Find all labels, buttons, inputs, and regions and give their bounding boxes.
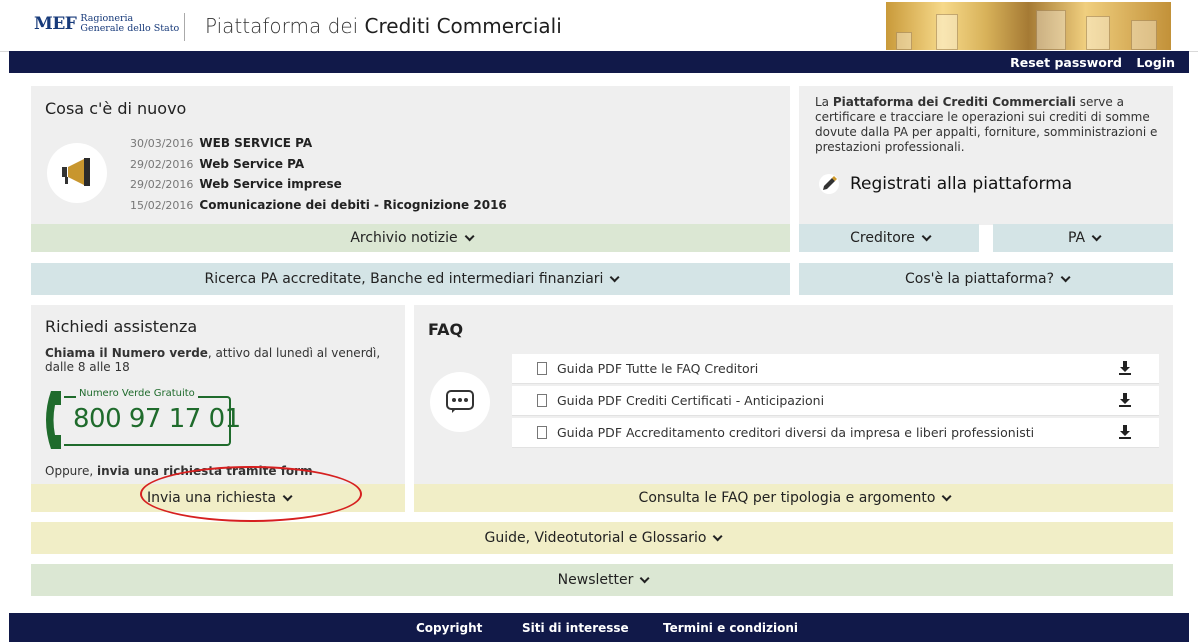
news-date: 15/02/2016: [130, 199, 194, 212]
pencil-icon: [819, 174, 839, 194]
chevron-down-icon: [942, 490, 953, 501]
faq-document-label[interactable]: Guida PDF Accreditamento creditori diver…: [557, 425, 1034, 440]
news-item-title[interactable]: WEB SERVICE PA: [199, 136, 312, 150]
newsletter-label: Newsletter: [557, 572, 634, 588]
consult-faq-label: Consulta le FAQ per tipologia e argoment…: [638, 490, 936, 506]
news-icon-circle: [47, 143, 107, 203]
document-icon: [537, 362, 547, 375]
assistance-title: Richiedi assistenza: [45, 317, 198, 336]
creditore-button[interactable]: Creditore: [799, 224, 979, 252]
pa-button[interactable]: PA: [993, 224, 1173, 252]
document-icon: [537, 394, 547, 407]
assistance-call-text: Chiama il Numero verde, attivo dal luned…: [45, 346, 390, 374]
chevron-down-icon: [464, 230, 475, 241]
creditore-label: Creditore: [850, 230, 915, 246]
site-footer: Copyright Siti di interesse Termini e co…: [9, 613, 1189, 642]
news-title: Cosa c'è di nuovo: [45, 99, 187, 118]
chevron-down-icon: [921, 230, 932, 241]
chevron-down-icon: [610, 271, 621, 282]
chat-bubble-icon: [446, 390, 474, 413]
faq-document-label[interactable]: Guida PDF Crediti Certificati - Anticipa…: [557, 393, 824, 408]
top-nav-bar: Reset password Login: [9, 51, 1189, 73]
about-platform-button[interactable]: Cos'è la piattaforma?: [799, 263, 1173, 295]
platform-description: La Piattaforma dei Crediti Commerciali s…: [815, 95, 1175, 155]
news-date: 29/02/2016: [130, 178, 194, 191]
download-icon[interactable]: [1119, 393, 1131, 407]
archive-news-button[interactable]: Archivio notizie: [31, 224, 790, 252]
news-item[interactable]: 29/02/2016 Web Service imprese: [130, 177, 342, 191]
info-text-prefix: La: [815, 95, 833, 109]
chevron-down-icon: [713, 530, 724, 541]
mef-logo[interactable]: MEF Ragioneria Generale dello Stato: [34, 14, 179, 35]
login-link[interactable]: Login: [1136, 55, 1175, 70]
numero-verde-label: Numero Verde Gratuito: [76, 388, 198, 399]
guides-label: Guide, Videotutorial e Glossario: [484, 530, 707, 546]
consult-faq-button[interactable]: Consulta le FAQ per tipologia e argoment…: [414, 484, 1173, 512]
document-icon: [537, 426, 547, 439]
chevron-down-icon: [1091, 230, 1102, 241]
guides-button[interactable]: Guide, Videotutorial e Glossario: [31, 522, 1173, 554]
register-label: Registrati alla piattaforma: [850, 174, 1073, 194]
register-link[interactable]: Registrati alla piattaforma: [818, 173, 1072, 195]
logo-mef-text: MEF: [34, 14, 77, 34]
annotation-ellipse: [140, 466, 362, 522]
copyright-link[interactable]: Copyright: [416, 621, 482, 635]
logo-rgs-text: Ragioneria Generale dello Stato: [80, 14, 179, 34]
siti-interesse-link[interactable]: Siti di interesse: [522, 621, 629, 635]
download-icon[interactable]: [1119, 425, 1131, 439]
faq-document-row[interactable]: Guida PDF Accreditamento creditori diver…: [512, 418, 1159, 448]
faq-icon-circle: [430, 372, 490, 432]
search-pa-button[interactable]: Ricerca PA accreditate, Banche ed interm…: [31, 263, 790, 295]
info-text-bold: Piattaforma dei Crediti Commerciali: [832, 95, 1076, 109]
header-divider: [184, 13, 185, 41]
page-title: Piattaforma dei Crediti Commerciali: [205, 14, 562, 38]
termini-condizioni-link[interactable]: Termini e condizioni: [663, 621, 798, 635]
faq-document-label[interactable]: Guida PDF Tutte le FAQ Creditori: [557, 361, 758, 376]
news-item[interactable]: 29/02/2016 Web Service PA: [130, 157, 304, 171]
newsletter-button[interactable]: Newsletter: [31, 564, 1173, 596]
news-item-title[interactable]: Web Service imprese: [199, 177, 341, 191]
news-item[interactable]: 15/02/2016 Comunicazione dei debiti - Ric…: [130, 198, 507, 212]
nav-links: Reset password Login: [1000, 55, 1175, 70]
oppure-prefix: Oppure,: [45, 464, 97, 478]
download-icon[interactable]: [1119, 361, 1131, 375]
numero-verde-number[interactable]: 800 97 17 01: [73, 404, 241, 434]
site-header: MEF Ragioneria Generale dello Stato Piat…: [0, 0, 1198, 52]
title-prefix: Piattaforma dei: [205, 14, 365, 38]
news-item[interactable]: 30/03/2016 WEB SERVICE PA: [130, 136, 312, 150]
about-platform-label: Cos'è la piattaforma?: [904, 271, 1055, 287]
faq-document-row[interactable]: Guida PDF Tutte le FAQ Creditori: [512, 354, 1159, 384]
logo-line2: Generale dello Stato: [80, 23, 180, 34]
title-bold: Crediti Commerciali: [364, 14, 562, 38]
archive-news-label: Archivio notizie: [350, 230, 458, 246]
faq-title: FAQ: [428, 320, 464, 339]
reset-password-link[interactable]: Reset password: [1010, 55, 1122, 70]
megaphone-icon: [62, 158, 90, 186]
news-item-title[interactable]: Comunicazione dei debiti - Ricognizione …: [199, 198, 506, 212]
header-banner-image: [886, 2, 1171, 50]
search-pa-label: Ricerca PA accreditate, Banche ed interm…: [204, 271, 604, 287]
news-date: 30/03/2016: [130, 137, 194, 150]
call-bold: Chiama il Numero verde: [45, 346, 208, 360]
faq-document-row[interactable]: Guida PDF Crediti Certificati - Anticipa…: [512, 386, 1159, 416]
chevron-down-icon: [640, 572, 650, 583]
pa-label: PA: [1067, 230, 1086, 246]
news-item-title[interactable]: Web Service PA: [199, 157, 304, 171]
chevron-down-icon: [1060, 271, 1071, 282]
news-date: 29/02/2016: [130, 158, 194, 171]
